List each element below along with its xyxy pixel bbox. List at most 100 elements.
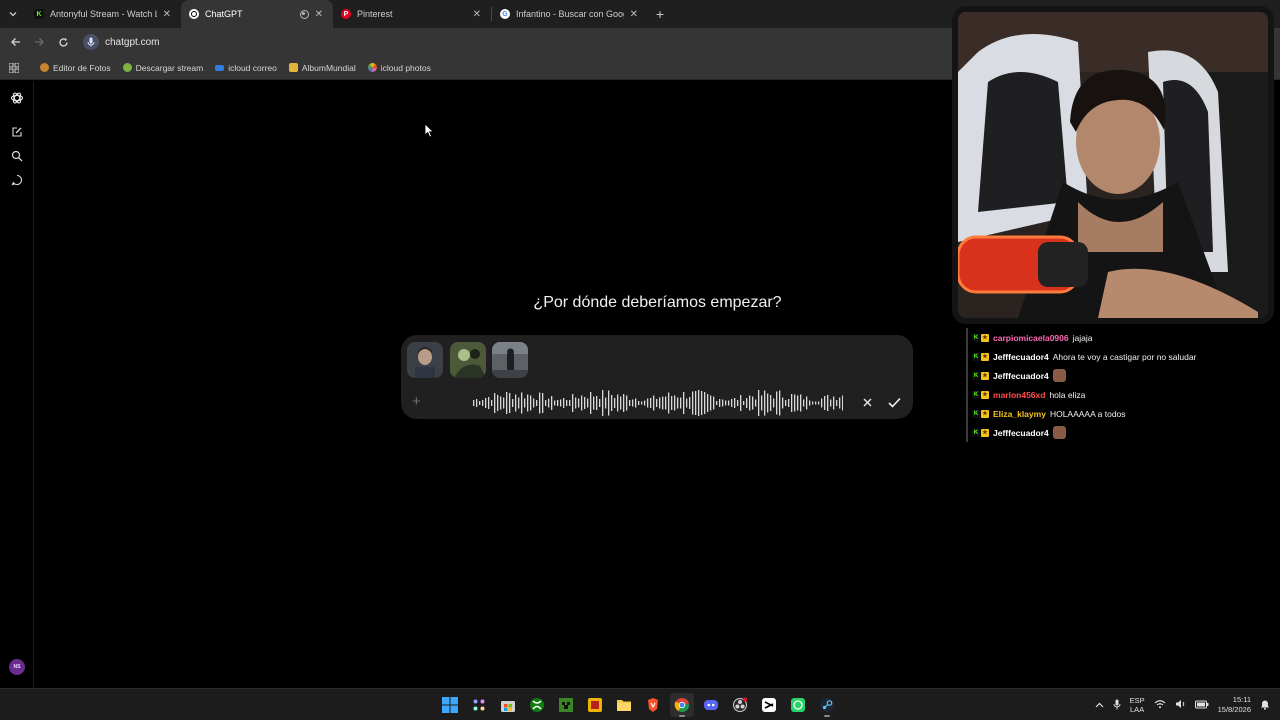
chat-username[interactable]: Jefffecuador4 xyxy=(993,428,1049,438)
address-bar[interactable]: chatgpt.com xyxy=(83,32,159,52)
voice-waveform xyxy=(473,390,843,416)
close-tab-icon[interactable]: ✕ xyxy=(163,9,171,20)
new-chat-icon[interactable] xyxy=(9,124,25,140)
bookmark-icloud-correo[interactable]: icloud correo xyxy=(209,63,283,73)
tab-pinterest[interactable]: P Pinterest ✕ xyxy=(333,0,491,28)
waveform-bar xyxy=(491,400,493,406)
active-app-indicator xyxy=(824,715,830,717)
brave-browser-icon[interactable] xyxy=(641,693,665,717)
volume-icon[interactable] xyxy=(1175,699,1186,711)
tab-google-search[interactable]: G Infantino - Buscar con Google ✕ xyxy=(492,0,648,28)
close-tab-icon[interactable]: ✕ xyxy=(473,9,481,20)
cancel-recording-button[interactable] xyxy=(860,395,874,409)
capcut-icon[interactable] xyxy=(757,693,781,717)
new-tab-button[interactable]: + xyxy=(648,6,672,22)
discord-icon[interactable] xyxy=(699,693,723,717)
obs-studio-icon[interactable] xyxy=(728,693,752,717)
system-tray: ESP LAA 15:11 15/8/2026 xyxy=(1095,689,1270,720)
waveform-bar xyxy=(482,400,484,406)
waveform-bar xyxy=(671,396,673,410)
bookmark-icloud-photos[interactable]: icloud photos xyxy=(362,63,437,73)
waveform-bar xyxy=(812,401,814,405)
waveform-bar xyxy=(593,396,595,410)
waveform-bar xyxy=(530,395,532,411)
waveform-bar xyxy=(830,399,832,407)
waveform-bar xyxy=(752,396,754,410)
microphone-icon[interactable] xyxy=(1113,699,1121,712)
reload-button[interactable] xyxy=(51,28,75,56)
chat-message: K ★ Jefffecuador4 xyxy=(966,366,1280,385)
whatsapp-icon[interactable] xyxy=(786,693,810,717)
start-button[interactable] xyxy=(438,693,462,717)
waveform-bar xyxy=(500,396,502,410)
waveform-bar xyxy=(827,395,829,411)
url-text: chatgpt.com xyxy=(105,36,160,48)
subscriber-badge-icon: ★ xyxy=(981,352,989,361)
user-avatar[interactable]: NS xyxy=(9,659,25,675)
microsoft-store-icon[interactable] xyxy=(496,693,520,717)
input-language-indicator[interactable]: ESP LAA xyxy=(1130,696,1145,714)
bookmark-label: icloud correo xyxy=(228,62,277,73)
chat-history-icon[interactable] xyxy=(9,172,25,188)
task-view-icon[interactable] xyxy=(467,693,491,717)
chat-username[interactable]: Jefffecuador4 xyxy=(993,352,1049,362)
xbox-icon[interactable] xyxy=(525,693,549,717)
wifi-icon[interactable] xyxy=(1154,699,1166,711)
waveform-bar xyxy=(746,398,748,408)
chat-username[interactable]: marlon456xd xyxy=(993,390,1045,400)
waveform-bar xyxy=(821,398,823,408)
chat-username[interactable]: Eliza_klaymy xyxy=(993,409,1046,419)
waveform-bar xyxy=(728,400,730,406)
bookmark-editor-fotos[interactable]: Editor de Fotos xyxy=(34,63,117,73)
close-tab-icon[interactable]: ✕ xyxy=(630,9,638,20)
waveform-bar xyxy=(626,395,628,411)
apps-grid-icon[interactable] xyxy=(0,56,28,80)
waveform-bar xyxy=(659,397,661,409)
waveform-bar xyxy=(695,391,697,415)
forward-button[interactable] xyxy=(27,28,51,56)
waveform-bar xyxy=(524,398,526,408)
prompt-composer[interactable]: + xyxy=(401,335,913,419)
bookmark-album-mundial[interactable]: AlbumMundial xyxy=(283,63,362,73)
steam-icon[interactable] xyxy=(815,693,839,717)
site-info-icon[interactable] xyxy=(83,34,99,50)
close-tab-icon[interactable]: ✕ xyxy=(315,9,323,20)
chevron-up-icon[interactable] xyxy=(1095,701,1104,710)
confirm-recording-button[interactable] xyxy=(886,394,902,410)
back-button[interactable] xyxy=(3,28,27,56)
attachment-thumbnail[interactable] xyxy=(407,342,443,378)
waveform-bar xyxy=(527,394,529,412)
bookmark-descargar-stream[interactable]: Descargar stream xyxy=(117,63,210,73)
game-launcher-icon[interactable] xyxy=(583,693,607,717)
chatgpt-logo-icon[interactable] xyxy=(9,90,25,106)
waveform-bar xyxy=(653,395,655,411)
clock-time: 15:11 xyxy=(1232,695,1251,704)
google-icon: G xyxy=(500,9,510,19)
battery-icon[interactable] xyxy=(1194,700,1209,711)
add-attachment-button[interactable]: + xyxy=(412,393,421,410)
notifications-icon[interactable] xyxy=(1260,699,1270,712)
waveform-bar xyxy=(707,394,709,412)
attachment-thumbnail[interactable] xyxy=(450,342,486,378)
waveform-bar xyxy=(560,399,562,407)
attachment-thumbnail[interactable] xyxy=(492,342,528,378)
system-clock[interactable]: 15:11 15/8/2026 xyxy=(1218,695,1251,715)
tab-kick-stream[interactable]: K Antonyful Stream - Watch Live ✕ xyxy=(26,0,181,28)
tab-search-button[interactable] xyxy=(0,0,26,28)
bookmark-label: Descargar stream xyxy=(135,62,204,73)
chrome-icon[interactable] xyxy=(670,693,694,717)
waveform-bar xyxy=(518,397,520,409)
file-explorer-icon[interactable] xyxy=(612,693,636,717)
waveform-bar xyxy=(833,396,835,410)
chatgpt-sidebar: NS xyxy=(0,81,34,688)
tab-chatgpt[interactable]: ChatGPT ✕ xyxy=(181,0,333,28)
minecraft-icon[interactable] xyxy=(554,693,578,717)
active-app-indicator xyxy=(679,715,685,717)
waveform-bar xyxy=(755,399,757,407)
chat-username[interactable]: carpiomicaela0906 xyxy=(993,333,1069,343)
waveform-bar xyxy=(779,390,781,416)
search-icon[interactable] xyxy=(9,148,25,164)
waveform-bar xyxy=(614,398,616,408)
user-badges: K ★ xyxy=(972,428,989,437)
chat-username[interactable]: Jefffecuador4 xyxy=(993,371,1049,381)
